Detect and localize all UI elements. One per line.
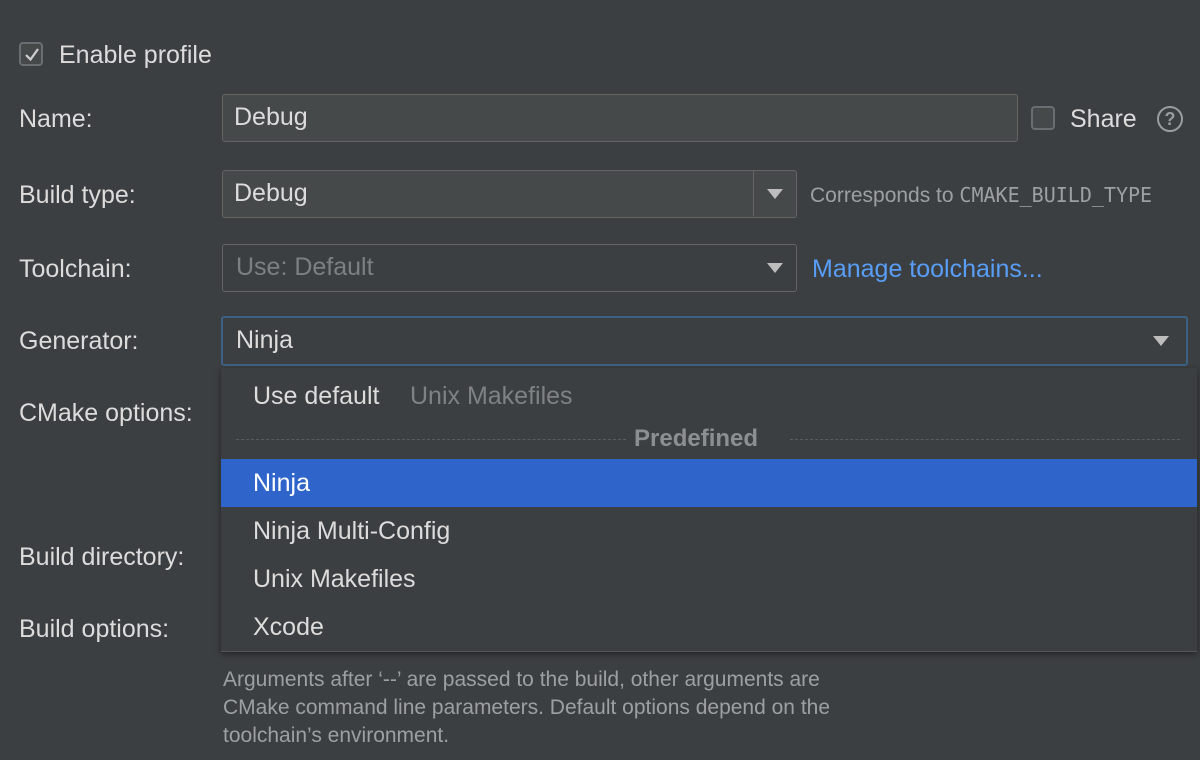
popup-item-unix-makefiles[interactable]: Unix Makefiles	[221, 555, 1197, 603]
generator-value: Ninja	[236, 326, 293, 354]
enable-profile-checkbox[interactable]	[19, 42, 43, 66]
chevron-down-icon[interactable]	[754, 171, 796, 216]
share-checkbox[interactable]	[1031, 106, 1055, 130]
build-options-label: Build options:	[19, 615, 170, 643]
popup-item-ninja-multi-config[interactable]: Ninja Multi-Config	[221, 507, 1197, 555]
cmake-options-label: CMake options:	[19, 399, 193, 427]
separator-line-left	[236, 439, 626, 440]
toolchain-label: Toolchain:	[19, 255, 132, 283]
use-default-detail: Unix Makefiles	[410, 382, 573, 410]
chevron-down-icon[interactable]	[1140, 318, 1182, 363]
name-label: Name:	[19, 105, 93, 133]
build-options-help-line-1: Arguments after ‘--’ are passed to the b…	[223, 668, 820, 691]
build-options-help-line-2: CMake command line parameters. Default o…	[223, 696, 831, 719]
build-directory-label: Build directory:	[19, 543, 185, 571]
use-default-label: Use default	[253, 382, 380, 410]
chevron-down-icon[interactable]	[754, 245, 796, 290]
toolchain-value: Use: Default	[236, 253, 374, 281]
share-label: Share	[1070, 105, 1137, 133]
predefined-group-title: Predefined	[634, 425, 759, 452]
build-type-hint: Corresponds to CMAKE_BUILD_TYPE	[810, 183, 1153, 207]
generator-combobox[interactable]: Ninja	[221, 316, 1188, 366]
cmake-build-type-code: CMAKE_BUILD_TYPE	[959, 183, 1153, 207]
name-value: Debug	[234, 103, 308, 131]
separator-line-right	[790, 439, 1180, 440]
build-type-value: Debug	[234, 179, 308, 207]
manage-toolchains-link[interactable]: Manage toolchains...	[812, 254, 1043, 284]
question-circle-icon[interactable]: ?	[1157, 106, 1183, 132]
popup-item-ninja[interactable]: Ninja	[221, 459, 1197, 507]
build-options-help-line-3: toolchain’s environment.	[223, 724, 450, 747]
build-type-combobox[interactable]: Debug	[222, 170, 797, 218]
toolchain-combobox[interactable]: Use: Default	[222, 244, 797, 292]
name-field[interactable]: Debug	[222, 94, 1018, 142]
popup-item-xcode[interactable]: Xcode	[221, 603, 1197, 651]
popup-item-use-default[interactable]: Use default Unix Makefiles	[221, 372, 1197, 420]
build-type-label: Build type:	[19, 181, 136, 209]
enable-profile-label: Enable profile	[59, 41, 212, 69]
checkmark-icon	[25, 48, 39, 62]
generator-label: Generator:	[19, 327, 139, 355]
